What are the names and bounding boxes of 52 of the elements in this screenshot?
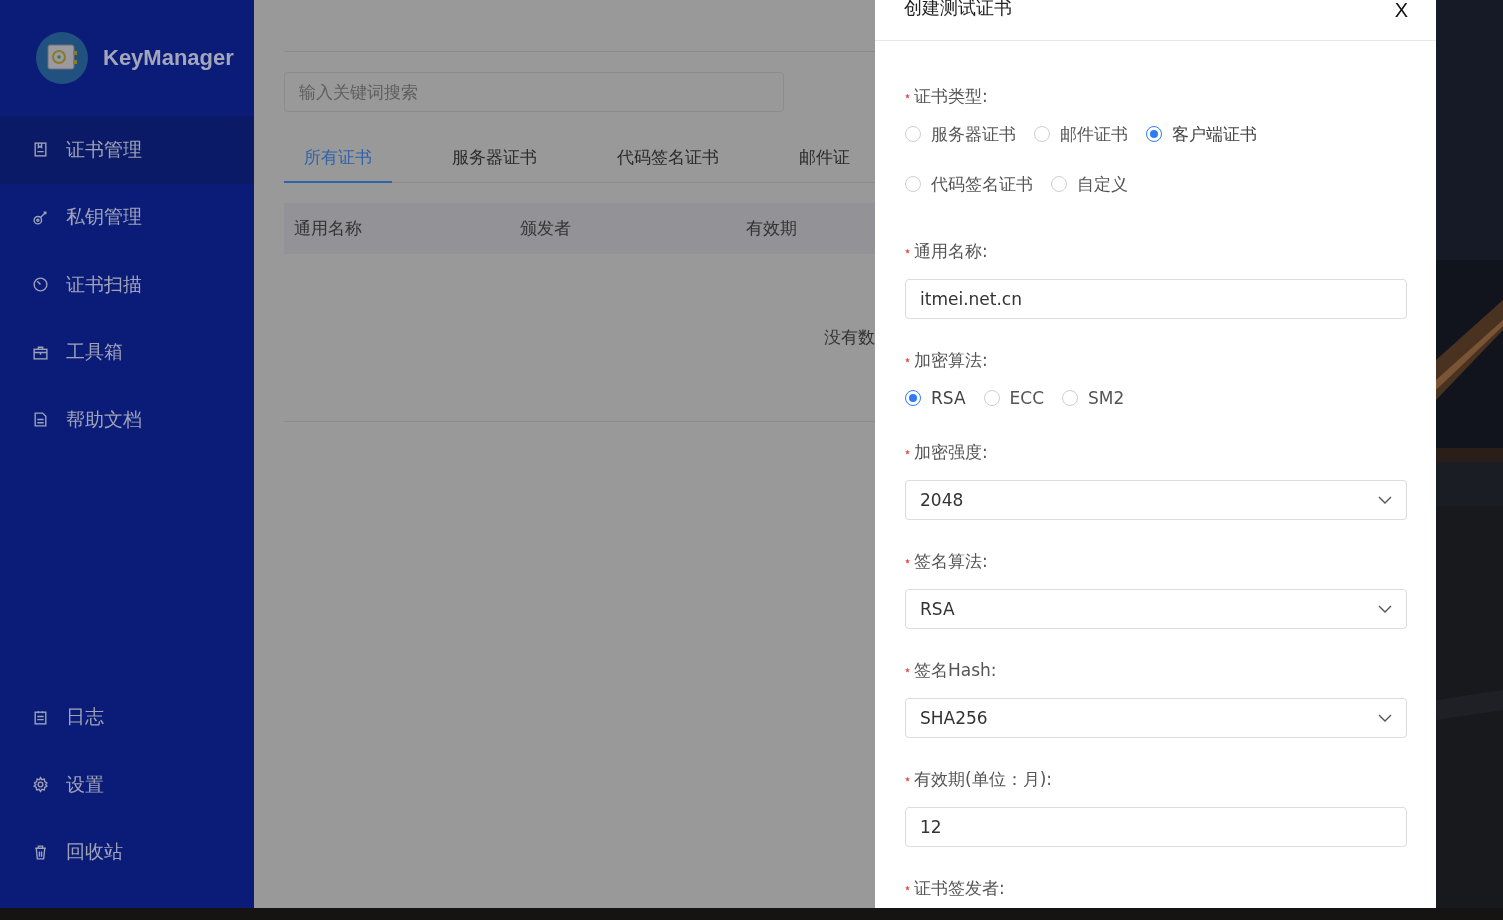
radio-option[interactable]: 客户端证书 [1146,121,1257,147]
sidebar-item[interactable]: 回收站 [0,818,254,886]
empty-message: 没有数 [824,326,875,349]
sidebar-item[interactable]: 证书管理 [0,116,254,184]
field-label: 有效期(单位：月): [914,767,1052,791]
close-button[interactable]: X [1390,0,1412,20]
field-label: 证书类型: [914,84,988,108]
chevron-down-icon [1378,714,1392,722]
chevron-down-icon [1378,496,1392,504]
sidebar-item[interactable]: 工具箱 [0,318,254,386]
sidebar-item[interactable]: 设置 [0,751,254,819]
sidebar-item[interactable]: 日志 [0,683,254,751]
radio-option[interactable]: ECC [983,385,1045,411]
clipboard-icon [32,708,49,726]
field-label: 签名算法: [914,549,988,573]
select-field[interactable]: SHA256 [905,698,1407,738]
sidebar-item[interactable]: 证书扫描 [0,251,254,319]
tab[interactable]: 邮件证 [779,146,870,182]
radio-option[interactable]: 代码签名证书 [905,171,1033,197]
drawer-title: 创建测试证书 [904,0,1012,18]
sidebar-item[interactable]: 私钥管理 [0,183,254,251]
chevron-down-icon [1378,605,1392,613]
app-name: KeyManager [103,45,234,71]
column-header: 通用名称 [294,217,363,240]
radio-option[interactable]: SM2 [1062,385,1125,411]
briefcase-icon [32,343,49,361]
input-field[interactable]: 12 [905,807,1407,847]
radio-option[interactable]: 自定义 [1051,171,1128,197]
radio-option[interactable]: RSA [905,385,966,411]
trash-icon [32,843,49,861]
field-label: 证书签发者: [914,876,1005,900]
input-field[interactable]: itmei.net.cn [905,279,1407,319]
safe-logo-icon [36,32,88,84]
file-icon [32,411,49,429]
tab[interactable]: 服务器证书 [432,146,557,182]
column-header: 颁发者 [520,217,572,240]
document-icon [32,141,49,159]
column-header: 有效期 [746,217,798,240]
field-label: 通用名称: [914,239,988,263]
radio-option[interactable]: 邮件证书 [1034,121,1128,147]
settings-icon [32,776,49,794]
search-field[interactable]: 输入关键词搜索 [284,72,784,112]
key-icon [32,208,49,226]
field-label: 签名Hash: [914,658,997,682]
tab[interactable]: 代码签名证书 [597,146,739,182]
sidebar-item[interactable]: 帮助文档 [0,386,254,454]
radio-option[interactable]: 服务器证书 [905,121,1016,147]
field-label: 加密强度: [914,440,988,464]
select-field[interactable]: 2048 [905,480,1407,520]
select-field[interactable]: RSA [905,589,1407,629]
clock-icon [32,276,49,294]
field-label: 加密算法: [914,348,988,372]
